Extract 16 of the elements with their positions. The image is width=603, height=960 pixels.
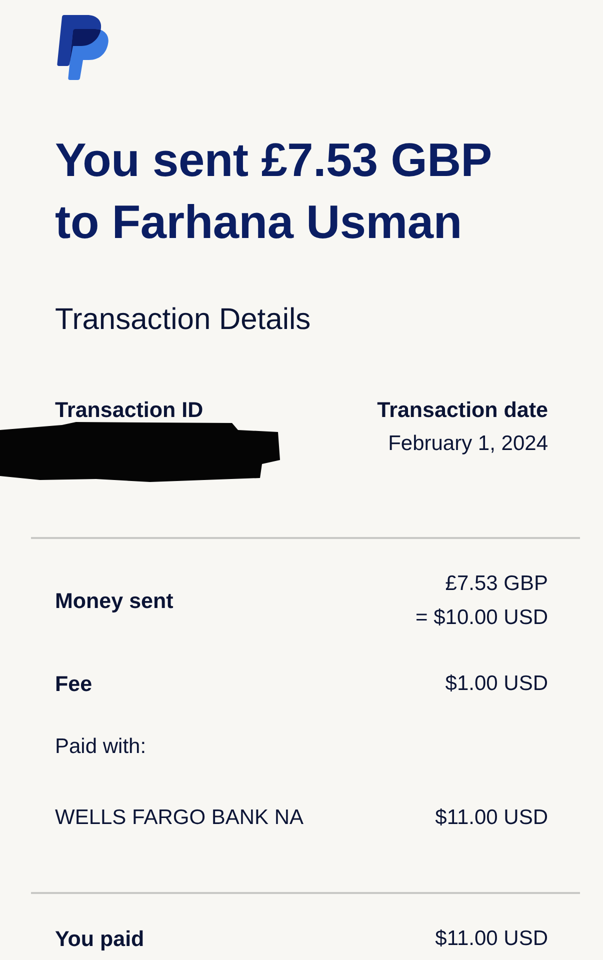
field-label: Transaction ID (55, 398, 204, 422)
amount-text: $1.00 USD (445, 672, 548, 696)
total-label: You paid (55, 927, 144, 951)
logo-icon (57, 15, 109, 81)
total-amount: $11.00 USD (435, 927, 548, 951)
item-label: WELLS FARGO BANK NA (55, 806, 304, 830)
field-label: Transaction date (377, 398, 548, 422)
item-label: Money sent (55, 589, 174, 613)
item-label: Fee (55, 672, 92, 696)
amount-text: $11.00 USD (435, 806, 548, 830)
amount-text: £7.53 GBP (444, 571, 548, 597)
amount-text: = $10.00 USD (415, 605, 548, 631)
field-value: February 1, 2024 (387, 432, 548, 456)
page-heading: You sent £7.53 GBP to Farhana Usman (55, 132, 492, 250)
section-label: Paid with: (55, 735, 146, 759)
section-title: Transaction Details (55, 303, 312, 337)
